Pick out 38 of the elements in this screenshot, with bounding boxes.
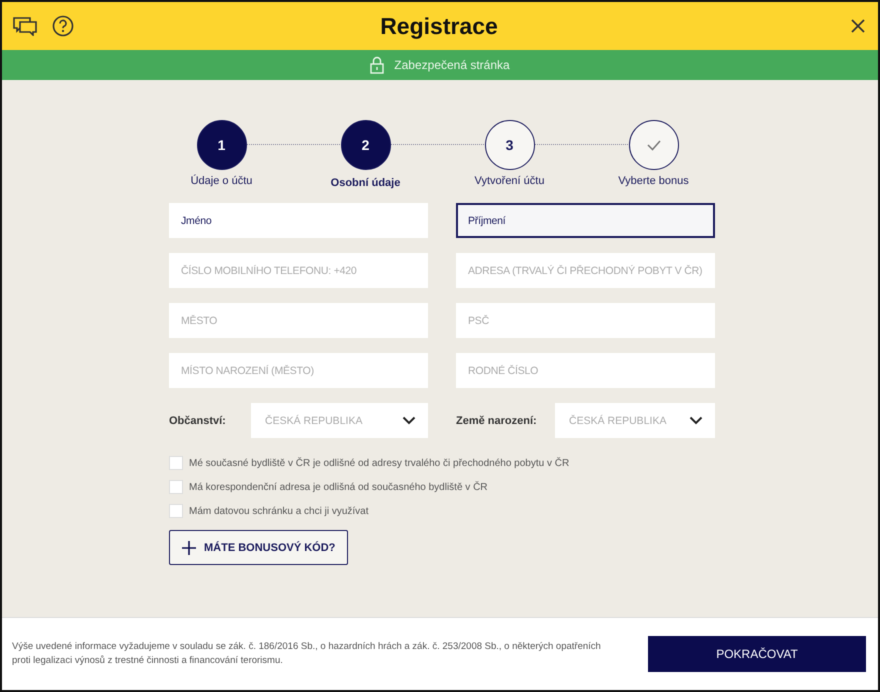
step-label[interactable]: Vytvoření účtu (474, 175, 544, 187)
chevron-down-icon (402, 416, 416, 425)
step-number: 1 (218, 137, 226, 153)
step-number: 3 (506, 137, 514, 153)
continue-button[interactable]: POKRAČOVAT (648, 636, 866, 672)
check-icon (646, 139, 662, 151)
help-button[interactable] (50, 13, 76, 39)
bonus-code-button[interactable]: MÁTE BONUSOVÝ KÓD? (169, 530, 348, 565)
legal-notice: Výše uvedené informace vyžadujeme v souladu se zák. č. 186/2016 Sb., o hazardních hrách a zák. č. 253/2008 Sb., o některých opatřeních proti legalizaci výnosů z trestné činnosti a financování terorismu. (12, 640, 602, 668)
plus-icon (182, 540, 196, 554)
input-field[interactable]: ADRESA (TRVALÝ ČI PŘECHODNÝ POBYT V ČR) (456, 253, 715, 288)
field-label: Občanství: (169, 414, 227, 426)
secure-label: Zabezpečená stránka (394, 58, 510, 72)
checkbox[interactable] (169, 456, 183, 470)
step-label[interactable]: Vyberte bonus (618, 175, 689, 187)
checkbox[interactable] (169, 480, 183, 494)
chat-icon (12, 16, 38, 36)
input-field[interactable]: Příjmení (456, 203, 715, 238)
chevron-down-icon (689, 416, 703, 425)
checkbox-label: Mám datovou schránku a chci ji využívat (189, 506, 369, 516)
window-title: Registrace (379, 12, 499, 40)
input-field[interactable]: Jméno (169, 203, 428, 238)
close-icon (850, 18, 866, 34)
input-field[interactable]: MÍSTO NAROZENÍ (MĚSTO) (169, 353, 428, 388)
field-label: Země narození: (456, 414, 538, 426)
input-field[interactable]: RODNÉ ČÍSLO (456, 353, 715, 388)
checkbox[interactable] (169, 504, 183, 518)
checkbox-label: Mé současné bydliště v ČR je odlišné od adresy trvalého či přechodného pobytu v ČR (189, 458, 570, 468)
input-field[interactable]: MĚSTO (169, 303, 428, 338)
step-number: 2 (362, 137, 370, 153)
checkbox-label: Má korespondenční adresa je odlišná od současného bydliště v ČR (189, 482, 488, 492)
chat-button[interactable] (10, 14, 40, 38)
step-label[interactable]: Údaje o účtu (190, 175, 252, 187)
lock-icon (370, 56, 384, 74)
input-field[interactable]: PSČ (456, 303, 715, 338)
input-field[interactable]: ČÍSLO MOBILNÍHO TELEFONU: +420 (169, 253, 428, 288)
help-icon (52, 15, 74, 37)
step-label[interactable]: Osobní údaje (330, 177, 400, 189)
